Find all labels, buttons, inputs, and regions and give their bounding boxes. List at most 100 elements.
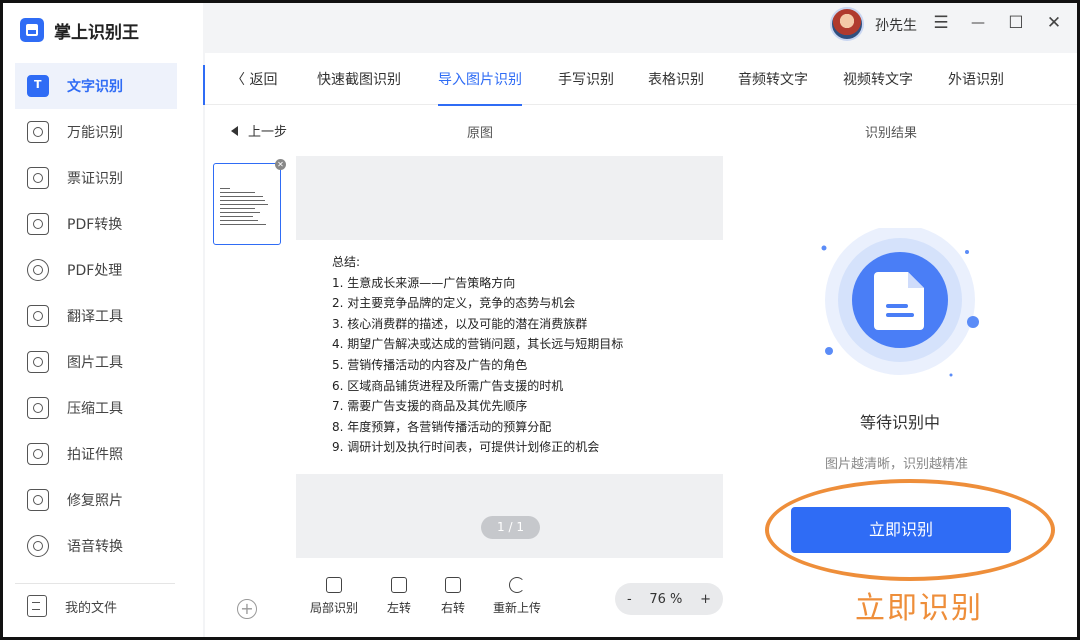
rotate-left-button[interactable]: 左转: [387, 577, 411, 616]
minimize-icon[interactable]: —: [968, 13, 988, 33]
refresh-icon: [509, 577, 525, 593]
document-line: 7. 需要广告支援的商品及其优先顺序: [332, 399, 528, 414]
rotate-right-icon: [445, 577, 461, 593]
back-label: 返回: [249, 72, 278, 88]
image-search-icon: [27, 121, 49, 143]
triangle-left-icon: [231, 125, 238, 136]
recognize-now-button[interactable]: 立即识别: [791, 507, 1011, 553]
rotate-right-button[interactable]: 右转: [441, 577, 465, 616]
tab-table[interactable]: 表格识别: [648, 69, 704, 89]
sidebar-item-ticket-recognition[interactable]: 票证识别: [15, 155, 177, 201]
ticket-icon: [27, 167, 49, 189]
tab-import-image[interactable]: 导入图片识别: [438, 69, 522, 106]
sidebar: 掌上识别王 文字识别 万能识别 票证识别 PDF转换 PDF处理: [3, 3, 203, 637]
sidebar-nav: 文字识别 万能识别 票证识别 PDF转换 PDF处理 翻译工具: [15, 63, 177, 569]
tab-handwriting[interactable]: 手写识别: [558, 69, 614, 89]
app-title: 掌上识别王: [54, 22, 139, 43]
pdf-convert-icon: [27, 213, 49, 235]
title-bar: 孙先生 ☰ — ☐ ✕: [203, 3, 1077, 51]
sidebar-item-translate[interactable]: 翻译工具: [15, 293, 177, 339]
original-title: 原图: [467, 126, 494, 141]
voice-icon: [27, 535, 49, 557]
function-tabs: 〈 返回 快速截图识别 导入图片识别 手写识别 表格识别 音频转文字 视频转文字…: [205, 53, 1077, 106]
tab-audio-to-text[interactable]: 音频转文字: [738, 69, 808, 89]
result-title: 识别结果: [865, 126, 918, 141]
crop-icon: [326, 577, 342, 593]
zoom-control: - 76 % +: [615, 583, 723, 615]
document-line: 8. 年度预算，各营销传播活动的预算分配: [332, 419, 552, 434]
my-files-link[interactable]: 我的文件: [27, 595, 117, 617]
app-logo-icon: [20, 18, 44, 42]
sidebar-item-pdf-convert[interactable]: PDF转换: [15, 201, 177, 247]
sidebar-item-label: 翻译工具: [67, 309, 123, 325]
document-line: 6. 区域商品铺货进程及所需广告支援的时机: [332, 378, 564, 393]
reupload-button[interactable]: 重新上传: [493, 577, 541, 616]
sidebar-item-label: 万能识别: [67, 125, 123, 141]
rotate-right-label: 右转: [441, 601, 466, 615]
sidebar-item-label: 语音转换: [67, 539, 123, 555]
prev-step-button[interactable]: 上一步: [231, 121, 287, 140]
document-line: 1. 生意成长来源——广告策略方向: [332, 275, 516, 290]
sidebar-item-universal-recognition[interactable]: 万能识别: [15, 109, 177, 155]
translate-icon: [27, 305, 49, 327]
sidebar-item-label: PDF转换: [67, 217, 123, 233]
sidebar-item-label: PDF处理: [67, 263, 123, 279]
document-line: 5. 营销传播活动的内容及广告的角色: [332, 357, 528, 372]
zoom-out-button[interactable]: -: [627, 592, 632, 607]
image-icon: [27, 351, 49, 373]
reupload-label: 重新上传: [493, 601, 542, 615]
sidebar-item-text-recognition[interactable]: 文字识别: [15, 63, 177, 109]
user-name[interactable]: 孙先生: [875, 15, 917, 35]
sidebar-item-label: 票证识别: [67, 171, 123, 187]
document-page: 总结: 1. 生意成长来源——广告策略方向 2. 对主要竞争品牌的定义，竞争的态…: [296, 240, 723, 474]
sidebar-item-label: 拍证件照: [67, 447, 123, 463]
photo-repair-icon: [27, 489, 49, 511]
document-line: 4. 期望广告解决或达成的营销问题，其长远与短期目标: [332, 337, 624, 352]
compress-icon: [27, 397, 49, 419]
id-photo-icon: [27, 443, 49, 465]
close-icon[interactable]: ✕: [1044, 13, 1064, 33]
brand: 掌上识别王: [20, 17, 139, 43]
page-thumbnail[interactable]: [213, 163, 281, 245]
document-line: 9. 调研计划及执行时间表，可提供计划修正的机会: [332, 440, 600, 455]
sidebar-divider: [15, 583, 175, 584]
rotate-left-label: 左转: [387, 601, 412, 615]
zoom-in-button[interactable]: +: [700, 592, 711, 607]
partial-recognition-button[interactable]: 局部识别: [310, 577, 358, 616]
my-files-label: 我的文件: [65, 600, 118, 616]
sidebar-item-label: 修复照片: [67, 493, 123, 509]
zoom-level: 76 %: [649, 591, 683, 607]
recognition-hint: 图片越清晰，识别越精准: [825, 457, 969, 472]
waiting-document-icon: [821, 228, 979, 377]
tab-video-to-text[interactable]: 视频转文字: [843, 69, 913, 89]
file-icon: [27, 595, 47, 617]
remove-thumbnail-icon[interactable]: ✕: [275, 159, 286, 170]
rotate-left-icon: [391, 577, 407, 593]
sidebar-item-image-tools[interactable]: 图片工具: [15, 339, 177, 385]
document-line: 3. 核心消费群的描述，以及可能的潜在消费族群: [332, 316, 588, 331]
sidebar-item-photo-repair[interactable]: 修复照片: [15, 477, 177, 523]
add-image-icon[interactable]: +: [237, 599, 257, 619]
prev-step-label: 上一步: [248, 125, 288, 140]
page-indicator: 1 / 1: [481, 516, 540, 539]
sidebar-item-label: 压缩工具: [67, 401, 123, 417]
main-panel: 〈 返回 快速截图识别 导入图片识别 手写识别 表格识别 音频转文字 视频转文字…: [205, 53, 1077, 637]
text-recognition-icon: [27, 75, 49, 97]
document-line: 总结:: [332, 255, 361, 269]
sidebar-item-compress[interactable]: 压缩工具: [15, 385, 177, 431]
document-line: 2. 对主要竞争品牌的定义，竞争的态势与机会: [332, 296, 576, 311]
sidebar-item-pdf-process[interactable]: PDF处理: [15, 247, 177, 293]
tab-quick-screenshot[interactable]: 快速截图识别: [317, 69, 401, 89]
back-button[interactable]: 〈 返回: [231, 69, 277, 89]
user-avatar[interactable]: [830, 7, 864, 41]
maximize-icon[interactable]: ☐: [1006, 13, 1026, 33]
sidebar-item-id-photo[interactable]: 拍证件照: [15, 431, 177, 477]
menu-icon[interactable]: ☰: [931, 13, 951, 33]
partial-recognition-label: 局部识别: [310, 601, 359, 615]
annotation-label: 立即识别: [855, 591, 983, 626]
sidebar-item-voice-convert[interactable]: 语音转换: [15, 523, 177, 569]
sidebar-item-label: 图片工具: [67, 355, 123, 371]
waiting-status: 等待识别中: [860, 413, 941, 432]
tab-foreign-language[interactable]: 外语识别: [948, 69, 1004, 89]
thumbnail-content: [220, 188, 270, 228]
